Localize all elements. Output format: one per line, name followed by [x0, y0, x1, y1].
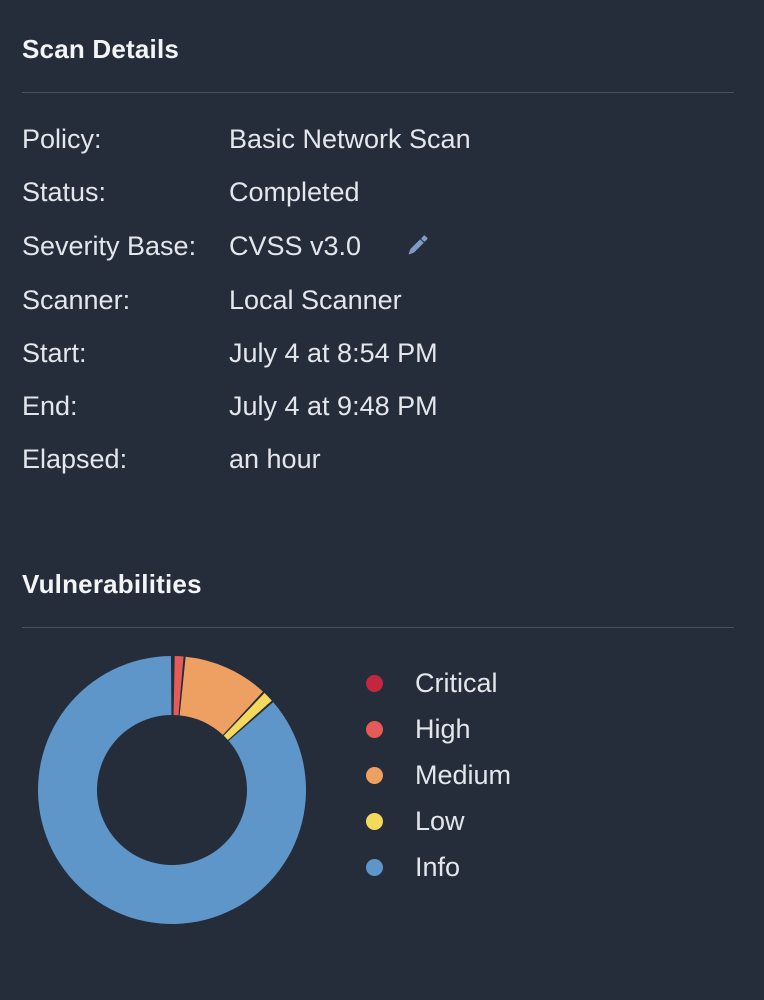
end-value: July 4 at 9:48 PM [229, 390, 438, 421]
scan-details-title: Scan Details [22, 34, 180, 64]
end-row: End: July 4 at 9:48 PM [22, 389, 438, 423]
start-row: Start: July 4 at 8:54 PM [22, 336, 438, 370]
severity-base-value: CVSS v3.0 [229, 230, 362, 261]
legend-item-info[interactable]: Info [366, 844, 511, 890]
policy-row: Policy: Basic Network Scan [22, 122, 471, 156]
low-dot-icon [366, 812, 383, 830]
severity-base-label: Severity Base: [22, 230, 197, 261]
status-value: Completed [229, 176, 360, 207]
elapsed-value: an hour [229, 443, 321, 474]
severity-base-value-group: CVSS v3.0 [229, 231, 431, 262]
legend-label-low: Low [415, 805, 465, 836]
status-row: Status: Completed [22, 175, 360, 209]
legend-label-medium: Medium [415, 759, 512, 790]
pencil-icon-graphic [408, 235, 428, 255]
severity-base-row: Severity Base: CVSS v3.0 [22, 229, 431, 263]
policy-label: Policy: [22, 123, 102, 154]
scanner-row: Scanner: Local Scanner [22, 283, 402, 317]
vulnerabilities-donut-chart[interactable] [38, 656, 306, 924]
legend-item-high[interactable]: High [366, 706, 511, 752]
vulnerabilities-legend: Critical High Medium Low Info [366, 660, 511, 890]
policy-value: Basic Network Scan [229, 123, 471, 154]
status-label: Status: [22, 176, 107, 207]
vulnerabilities-title: Vulnerabilities [22, 569, 202, 599]
elapsed-row: Elapsed: an hour [22, 442, 321, 476]
medium-dot-icon [366, 766, 383, 784]
vulnerabilities-divider [22, 627, 734, 628]
legend-label-info: Info [415, 851, 461, 882]
legend-label-high: High [415, 713, 471, 744]
legend-label-critical: Critical [415, 667, 498, 698]
end-label: End: [22, 390, 78, 421]
elapsed-label: Elapsed: [22, 443, 128, 474]
start-value: July 4 at 8:54 PM [229, 337, 438, 368]
start-label: Start: [22, 337, 87, 368]
legend-item-medium[interactable]: Medium [366, 752, 511, 798]
critical-dot-icon [366, 674, 383, 692]
pencil-icon[interactable] [403, 232, 431, 260]
legend-item-low[interactable]: Low [366, 798, 511, 844]
info-dot-icon [366, 858, 383, 876]
scanner-label: Scanner: [22, 284, 131, 315]
high-dot-icon [366, 720, 383, 738]
scan-details-divider [22, 92, 734, 93]
legend-item-critical[interactable]: Critical [366, 660, 511, 706]
scanner-value: Local Scanner [229, 284, 402, 315]
